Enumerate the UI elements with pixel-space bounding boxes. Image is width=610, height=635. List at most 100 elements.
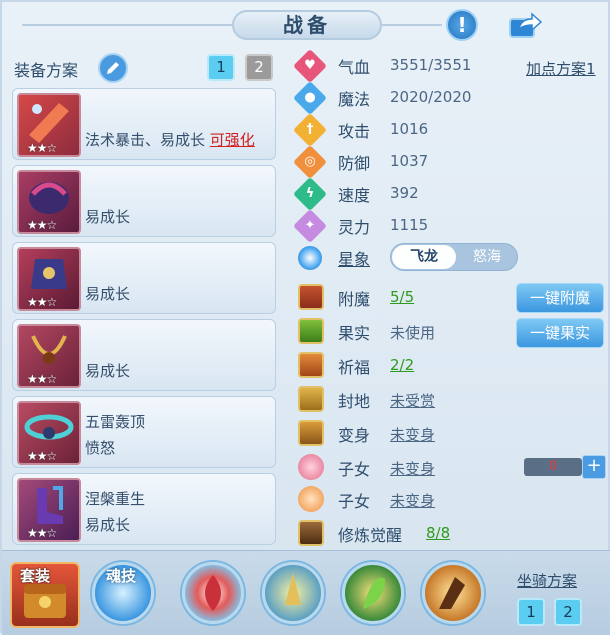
pencil-icon	[107, 62, 119, 74]
stat-speed: ϟ 速度 392	[293, 177, 598, 211]
drop-icon: ●	[293, 81, 327, 115]
stat-attack: † 攻击 1016	[293, 113, 598, 147]
upgradable-tag[interactable]: 可强化	[210, 131, 255, 149]
equipment-plan-1-button[interactable]: 1	[207, 54, 235, 81]
figure-icon	[285, 573, 301, 605]
cultivation-value[interactable]: 8/8	[426, 524, 450, 542]
stat-label: 魔法	[338, 90, 371, 109]
armor-icon: ★★☆	[17, 247, 81, 311]
star-sign-toggle[interactable]: 飞龙 怒海	[390, 243, 518, 271]
stat-label: 速度	[338, 186, 371, 205]
rarity-stars: ★★☆	[27, 218, 57, 232]
soul-skill-label: 魂技	[106, 567, 137, 585]
fruit-label: 果实	[338, 324, 371, 343]
blessing-label: 祈福	[338, 358, 371, 377]
transform-label: 变身	[338, 426, 371, 445]
mount-plan-title[interactable]: 坐骑方案	[517, 570, 577, 591]
blessing-icon	[298, 352, 324, 378]
sparkle-icon: ✦	[293, 209, 327, 243]
equipment-plan-title: 装备方案	[14, 61, 79, 80]
sword-icon: †	[293, 113, 327, 147]
stat-value: 3551/3551	[390, 56, 472, 74]
rarity-stars: ★★☆	[27, 449, 57, 463]
equipment-attribute-text: 易成长	[85, 208, 131, 226]
child-value[interactable]: 未变身	[390, 458, 435, 479]
fief-label: 封地	[338, 392, 371, 411]
transform-icon	[298, 420, 324, 446]
equipment-skill-text: 五雷轰顶	[85, 413, 146, 431]
equipment-attributes: 法术暴击、易成长 可强化	[85, 129, 255, 150]
fief-icon	[298, 386, 324, 412]
fief-value[interactable]: 未受赏	[390, 390, 435, 411]
star-sign-label[interactable]: 星象	[338, 246, 370, 270]
stat-label: 防御	[338, 154, 371, 173]
equipment-attribute-text: 法术暴击、易成长	[85, 131, 206, 149]
suit-label: 套装	[20, 567, 51, 585]
rarity-stars: ★★☆	[27, 295, 57, 309]
stat-label: 气血	[338, 58, 371, 77]
shield-icon: ◎	[293, 145, 327, 179]
equipment-slot-5[interactable]: ★★☆ 五雷轰顶 愤怒	[12, 396, 276, 468]
stat-label: 灵力	[338, 218, 371, 237]
heart-icon: ♥	[293, 49, 327, 83]
star-sign-option-dragon[interactable]: 飞龙	[392, 245, 456, 269]
warrior-icon	[439, 577, 465, 609]
share-button[interactable]	[505, 8, 545, 42]
enchant-value[interactable]: 5/5	[390, 288, 414, 306]
share-icon	[509, 12, 543, 38]
child-icon	[298, 486, 324, 512]
exclamation-icon: !	[457, 13, 467, 37]
belt-icon: ★★☆	[17, 401, 81, 465]
page-title: 战备	[232, 10, 382, 40]
stat-hp: ♥ 气血 3551/3551	[293, 49, 598, 83]
stat-value: 392	[390, 184, 419, 202]
one-click-enchant-button[interactable]: 一键附魔	[516, 283, 604, 313]
cultivation-label: 修炼觉醒	[338, 526, 403, 545]
fruit-value: 未使用	[390, 324, 436, 342]
boots-icon: ★★☆	[17, 478, 81, 542]
stat-defense: ◎ 防御 1037	[293, 145, 598, 179]
mount-plan-2-button[interactable]: 2	[554, 598, 582, 626]
enchant-label: 附魔	[338, 290, 371, 309]
stat-value: 1037	[390, 152, 429, 170]
equipment-panel: 战备 ! 装备方案 1 2 ★★☆ 法术暴击、易成长 可强化 ★★☆ 易成长 ★…	[0, 0, 610, 635]
skill-slot-4[interactable]	[422, 562, 484, 624]
rarity-stars: ★★☆	[27, 526, 57, 540]
skill-slot-2[interactable]	[262, 562, 324, 624]
equipment-attribute-text: 易成长	[85, 516, 131, 534]
child-label-2: 子女	[338, 492, 371, 511]
child-value-2[interactable]: 未变身	[390, 490, 435, 511]
weapon-icon: ★★☆	[17, 93, 81, 157]
equipment-slot-4[interactable]: ★★☆ 易成长	[12, 319, 276, 391]
header-divider-left	[22, 24, 232, 26]
equipment-slot-1[interactable]: ★★☆ 法术暴击、易成长 可强化	[12, 88, 276, 160]
equipment-skill-text: 涅槃重生	[85, 490, 146, 508]
stat-value: 2020/2020	[390, 88, 472, 106]
equipment-plan-2-button[interactable]: 2	[245, 54, 273, 81]
swirl-icon	[205, 575, 221, 611]
star-sign-icon	[298, 246, 322, 270]
skill-slot-3[interactable]	[342, 562, 404, 624]
blessing-value[interactable]: 2/2	[390, 356, 414, 374]
skill-slot-1[interactable]	[182, 562, 244, 624]
child-label: 子女	[338, 460, 371, 479]
rarity-stars: ★★☆	[27, 372, 57, 386]
equipment-slot-3[interactable]: ★★☆ 易成长	[12, 242, 276, 314]
info-button[interactable]: !	[446, 9, 478, 41]
equipment-attribute-text: 易成长	[85, 285, 131, 303]
child-counter: 0	[524, 458, 582, 476]
mount-plan-1-button[interactable]: 1	[517, 598, 545, 626]
edit-plan-button[interactable]	[98, 53, 128, 83]
cultivation-icon	[298, 520, 324, 546]
equipment-attribute-text: 易成长	[85, 362, 131, 380]
rarity-stars: ★★☆	[27, 141, 57, 155]
plus-button[interactable]: +	[582, 455, 606, 479]
fruit-icon	[298, 318, 324, 344]
transform-value[interactable]: 未变身	[390, 424, 435, 445]
stat-value: 1016	[390, 120, 429, 138]
equipment-slot-6[interactable]: ★★☆ 涅槃重生 易成长	[12, 473, 276, 545]
one-click-fruit-button[interactable]: 一键果实	[516, 318, 604, 348]
star-sign-option-sea[interactable]: 怒海	[457, 245, 517, 269]
helmet-icon: ★★☆	[17, 170, 81, 234]
equipment-slot-2[interactable]: ★★☆ 易成长	[12, 165, 276, 237]
